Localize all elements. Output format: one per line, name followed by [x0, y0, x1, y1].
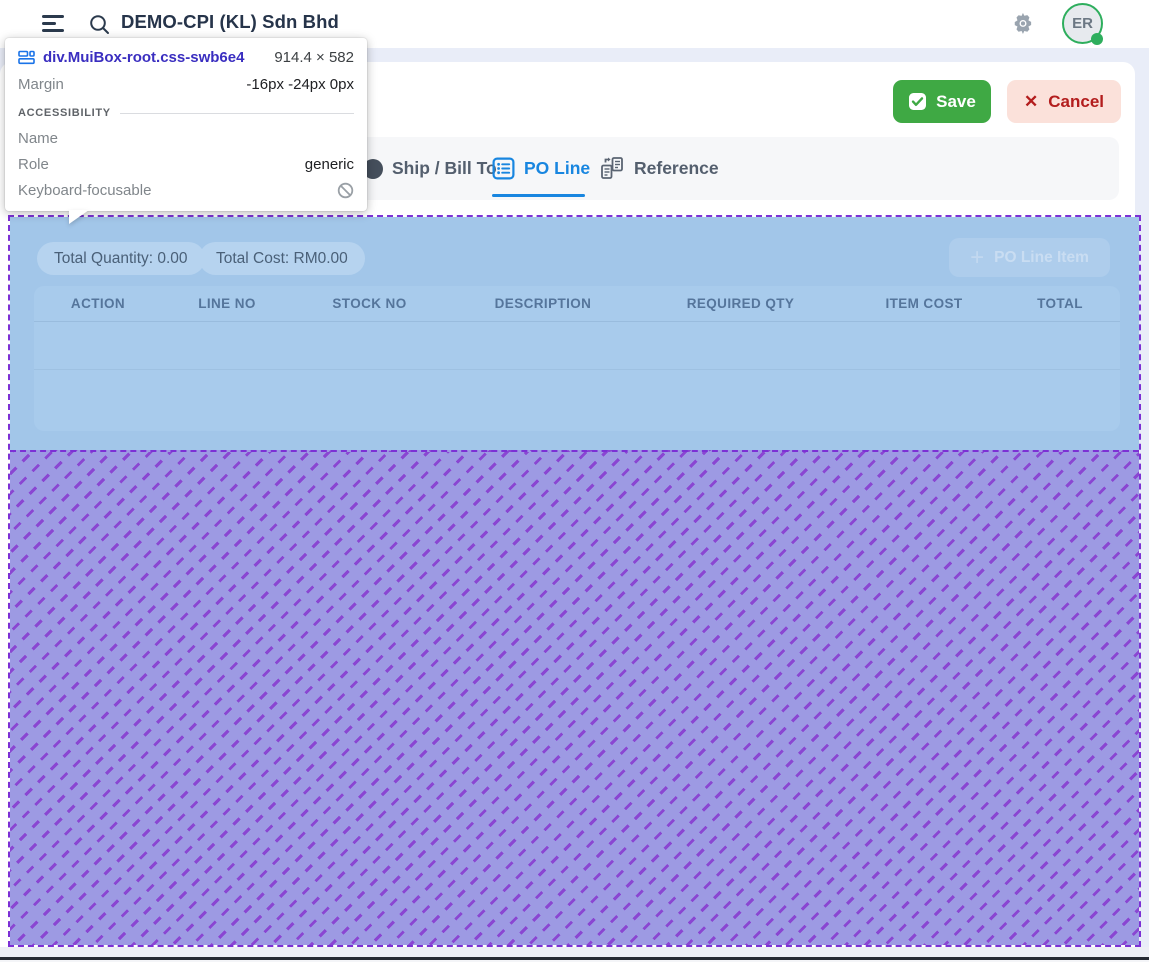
hamburger-menu-icon[interactable] — [42, 15, 64, 32]
not-allowed-icon — [337, 182, 354, 199]
inspected-dimensions: 914.4 × 582 — [274, 49, 354, 66]
col-action: ACTION — [34, 296, 162, 311]
devtools-highlight-region: Total Quantity: 0.00 Total Cost: RM0.00 … — [8, 215, 1141, 947]
empty-table-row — [34, 370, 1120, 418]
screenshot-root: DEMO-CPI (KL) Sdn Bhd ER Save ✕ Cancel — [0, 0, 1149, 962]
role-value: generic — [305, 156, 354, 173]
online-status-dot — [1091, 33, 1103, 45]
cancel-x-icon: ✕ — [1024, 92, 1038, 112]
col-required-qty: REQUIRED QTY — [639, 296, 842, 311]
margin-label: Margin — [18, 76, 64, 93]
cancel-button-label: Cancel — [1048, 92, 1104, 112]
section-divider — [120, 113, 354, 114]
col-stock-no: STOCK NO — [292, 296, 447, 311]
save-check-icon — [908, 92, 927, 111]
col-total: TOTAL — [1006, 296, 1114, 311]
tab-ship-bill-to[interactable]: Ship / Bill To — [363, 137, 497, 200]
active-tab-underline — [492, 194, 585, 198]
plus-icon: + — [970, 246, 984, 270]
bottom-scrollbar-track[interactable] — [0, 947, 1149, 957]
devtools-margin-highlight — [10, 450, 1139, 945]
total-quantity-text: Total Quantity: 0.00 — [54, 250, 188, 268]
col-item-cost: ITEM COST — [842, 296, 1006, 311]
po-line-table-header: ACTION LINE NO STOCK NO DESCRIPTION REQU… — [34, 286, 1120, 322]
company-title: DEMO-CPI (KL) Sdn Bhd — [121, 11, 339, 33]
keyboard-focusable-label: Keyboard-focusable — [18, 182, 151, 199]
devtools-inspect-tooltip: div.MuiBox-root.css-swb6e4 914.4 × 582 M… — [5, 38, 367, 211]
settings-gear-icon[interactable] — [1010, 11, 1036, 37]
empty-table-row — [34, 322, 1120, 370]
accessibility-section-label: ACCESSIBILITY — [18, 107, 111, 119]
layout-grid-icon — [18, 50, 35, 65]
add-po-line-item-button[interactable]: + PO Line Item — [949, 238, 1110, 277]
cancel-button[interactable]: ✕ Cancel — [1007, 80, 1121, 123]
avatar-initials: ER — [1072, 15, 1093, 32]
total-cost-chip: Total Cost: RM0.00 — [199, 242, 365, 275]
po-line-list-icon — [492, 157, 515, 180]
role-label: Role — [18, 156, 49, 173]
save-button[interactable]: Save — [893, 80, 991, 123]
name-label: Name — [18, 130, 58, 147]
tab-label: Reference — [634, 158, 719, 179]
col-line-no: LINE NO — [162, 296, 292, 311]
search-icon[interactable] — [88, 13, 111, 36]
reference-docs-icon — [600, 156, 625, 181]
inspected-selector: div.MuiBox-root.css-swb6e4 — [43, 49, 244, 66]
total-quantity-chip: Total Quantity: 0.00 — [37, 242, 205, 275]
tab-label: Ship / Bill To — [392, 158, 497, 179]
tab-po-line[interactable]: PO Line — [492, 137, 590, 200]
tab-label: PO Line — [524, 158, 590, 179]
po-line-table: ACTION LINE NO STOCK NO DESCRIPTION REQU… — [34, 286, 1120, 431]
total-cost-text: Total Cost: RM0.00 — [216, 250, 348, 268]
save-button-label: Save — [936, 92, 976, 112]
margin-value: -16px -24px 0px — [246, 76, 354, 93]
add-po-line-item-label: PO Line Item — [994, 249, 1089, 267]
col-description: DESCRIPTION — [447, 296, 639, 311]
devtools-content-highlight: Total Quantity: 0.00 Total Cost: RM0.00 … — [10, 217, 1139, 450]
tab-reference[interactable]: Reference — [600, 137, 719, 200]
